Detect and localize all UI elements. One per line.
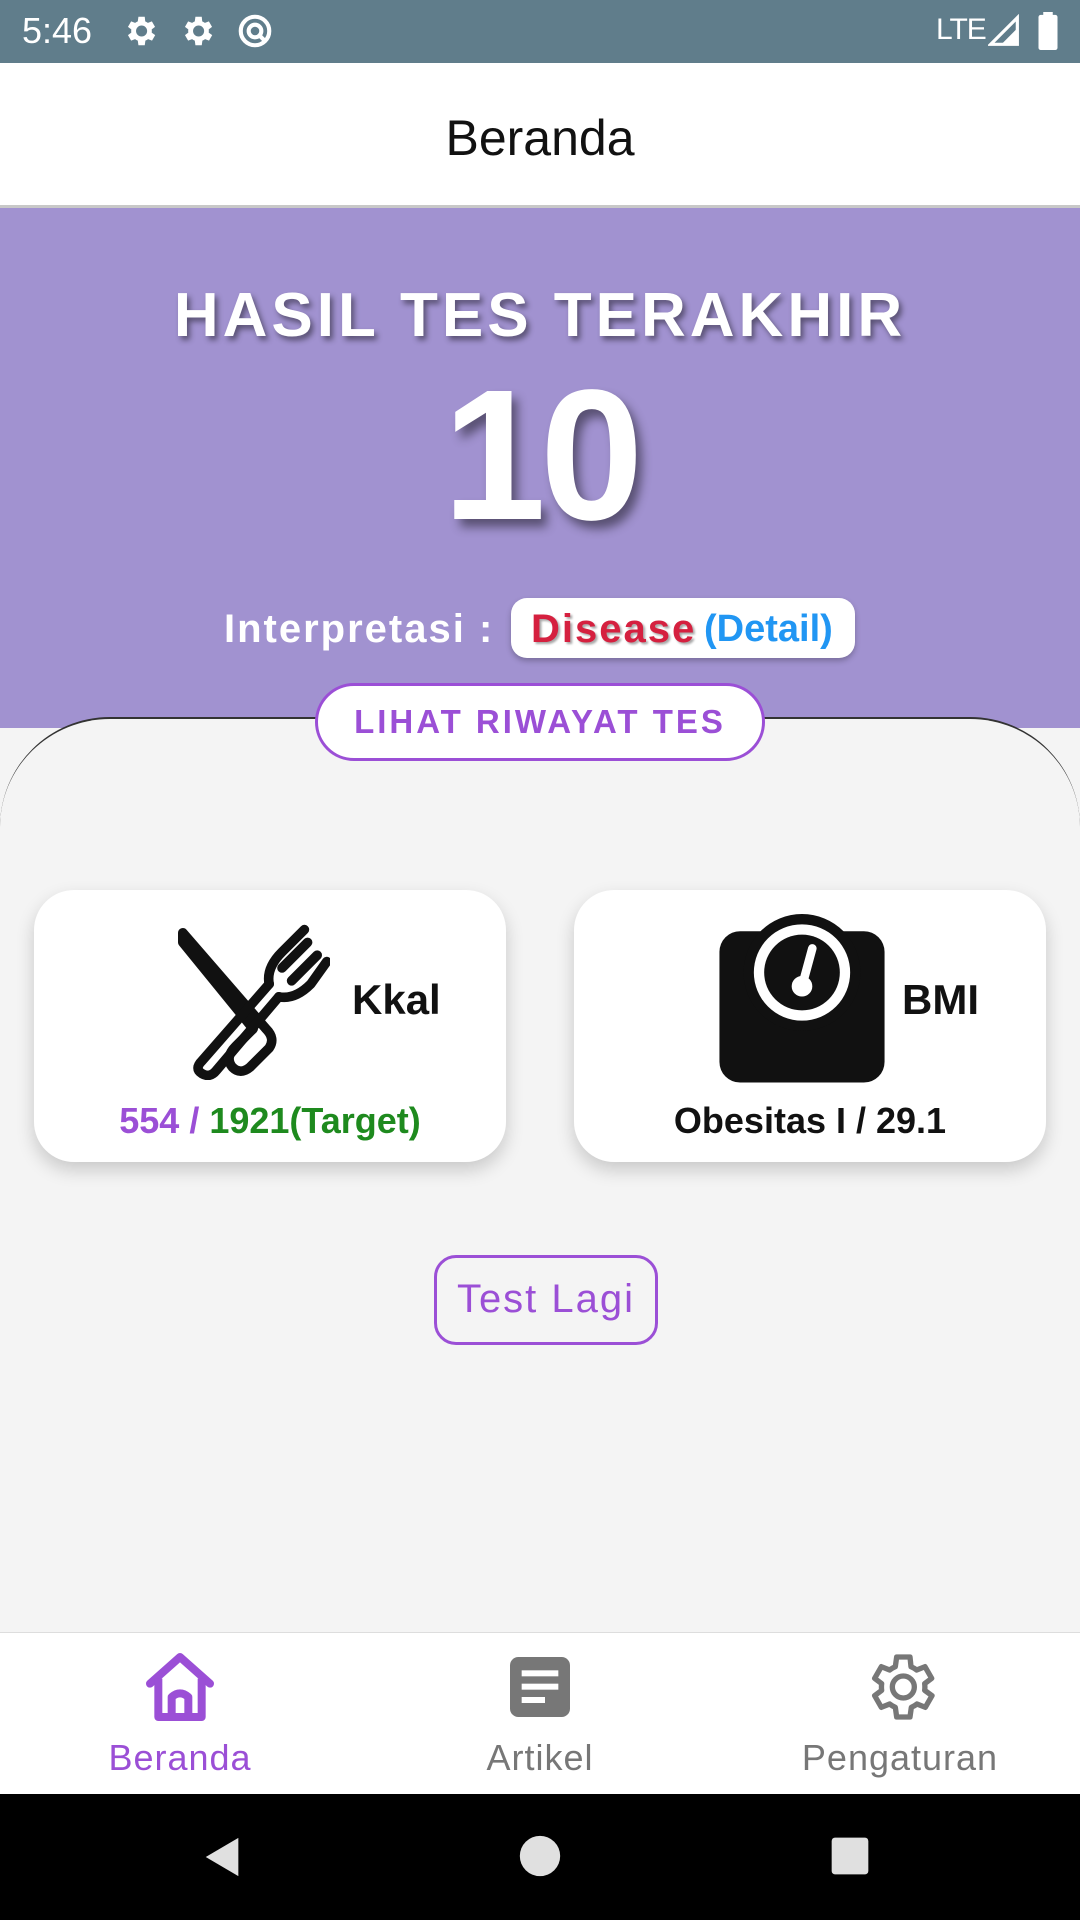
calorie-consumed: 554 / bbox=[119, 1100, 210, 1141]
content-sheet bbox=[0, 717, 1080, 1632]
utensils-icon bbox=[178, 924, 330, 1080]
interpretation-chip[interactable]: Disease (Detail) bbox=[511, 598, 855, 658]
calorie-value: 554 / 1921(Target) bbox=[34, 1100, 506, 1142]
bmi-card[interactable]: BMI Obesitas I / 29.1 bbox=[574, 890, 1046, 1162]
last-test-result-panel: HASIL TES TERAKHIR 10 Interpretasi : Dis… bbox=[0, 208, 1080, 728]
nav-item-beranda[interactable]: Beranda bbox=[0, 1633, 360, 1795]
status-time: 5:46 bbox=[22, 10, 93, 51]
interpretation-label: Interpretasi : bbox=[224, 607, 495, 651]
view-test-history-button[interactable]: LIHAT RIWAYAT TES bbox=[315, 683, 765, 761]
settings-icon bbox=[184, 16, 213, 46]
interpretation-detail-link[interactable]: (Detail) bbox=[704, 606, 833, 652]
scale-icon bbox=[719, 914, 885, 1083]
app-bar: Beranda bbox=[0, 63, 1080, 208]
sync-icon bbox=[238, 14, 272, 48]
home-icon bbox=[146, 1653, 214, 1721]
battery-icon bbox=[1038, 12, 1058, 50]
calorie-card[interactable]: Kkal 554 / 1921(Target) bbox=[34, 890, 506, 1162]
system-navigation-bar bbox=[0, 1794, 1080, 1920]
nav-label-artikel: Artikel bbox=[486, 1737, 594, 1778]
bottom-navigation: Beranda Artikel Pengaturan bbox=[0, 1632, 1080, 1794]
test-score: 10 bbox=[442, 352, 644, 559]
interpretation-value: Disease bbox=[531, 607, 697, 651]
calorie-label: Kkal bbox=[352, 976, 441, 1023]
last-test-result-title: HASIL TES TERAKHIR bbox=[173, 281, 907, 350]
bmi-value: Obesitas I / 29.1 bbox=[673, 1100, 947, 1141]
nav-item-artikel[interactable]: Artikel bbox=[360, 1633, 720, 1795]
settings-icon bbox=[872, 1654, 935, 1720]
page-title: Beranda bbox=[445, 110, 635, 166]
test-again-button[interactable]: Test Lagi bbox=[434, 1255, 658, 1345]
nav-item-pengaturan[interactable]: Pengaturan bbox=[720, 1633, 1080, 1795]
nav-label-pengaturan: Pengaturan bbox=[801, 1737, 999, 1778]
nav-label-beranda: Beranda bbox=[108, 1737, 252, 1778]
status-bar: 5:46 LTE bbox=[0, 0, 1080, 63]
recents-icon[interactable] bbox=[830, 1836, 870, 1876]
calorie-target: 1921(Target) bbox=[209, 1100, 421, 1141]
bmi-label: BMI bbox=[902, 976, 979, 1023]
home-circle-icon[interactable] bbox=[518, 1834, 562, 1878]
article-icon bbox=[510, 1657, 570, 1717]
network-type: LTE bbox=[936, 13, 987, 46]
back-icon[interactable] bbox=[200, 1834, 246, 1880]
signal-icon bbox=[988, 14, 1019, 46]
settings-icon bbox=[127, 16, 156, 46]
